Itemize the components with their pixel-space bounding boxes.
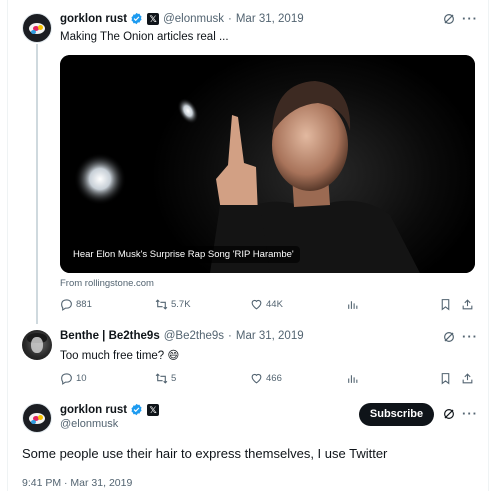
reply-icon bbox=[61, 299, 72, 311]
share-button[interactable] bbox=[461, 298, 477, 311]
share-button[interactable] bbox=[461, 372, 477, 385]
repost-count: 5.7K bbox=[171, 299, 191, 310]
grinning-emoji: 😄 bbox=[167, 350, 180, 362]
tweet1-header: gorklon rust 𝕏 @elonmusk · Mar 31, 2019 bbox=[60, 12, 304, 25]
share-icon bbox=[462, 299, 473, 310]
repost-icon bbox=[155, 299, 168, 310]
share-icon bbox=[462, 373, 473, 384]
avatar[interactable] bbox=[22, 13, 52, 43]
author-handle[interactable]: @elonmusk bbox=[163, 13, 224, 25]
bookmark-button[interactable] bbox=[439, 298, 455, 311]
main-tweet-header: gorklon rust 𝕏 bbox=[60, 403, 160, 416]
like-button[interactable]: 466 bbox=[250, 372, 282, 385]
reply-icon bbox=[61, 373, 72, 385]
tweet-text: Too much free time? 😄 bbox=[60, 348, 179, 362]
grok-icon[interactable] bbox=[442, 330, 456, 344]
reply-count: 881 bbox=[76, 299, 92, 310]
thread-connector-line bbox=[36, 44, 38, 324]
tweet-date[interactable]: Mar 31, 2019 bbox=[236, 13, 304, 25]
views-button[interactable] bbox=[346, 298, 362, 311]
more-icon[interactable]: ··· bbox=[462, 12, 478, 25]
tweet-date[interactable]: Mar 31, 2019 bbox=[236, 330, 304, 342]
subscribe-button[interactable]: Subscribe bbox=[359, 403, 434, 426]
more-icon[interactable]: ··· bbox=[462, 407, 478, 420]
grok-icon[interactable] bbox=[442, 12, 456, 26]
like-count: 466 bbox=[266, 373, 282, 384]
repost-button[interactable]: 5.7K bbox=[155, 298, 191, 311]
bookmark-icon bbox=[441, 299, 450, 311]
author-name[interactable]: Benthe | Be2the9s bbox=[60, 330, 160, 342]
bookmark-icon bbox=[441, 373, 450, 385]
reply-button[interactable]: 10 bbox=[60, 372, 87, 385]
x-affiliate-icon: 𝕏 bbox=[147, 12, 160, 25]
card-source[interactable]: From rollingstone.com bbox=[60, 278, 154, 289]
views-icon bbox=[348, 375, 358, 383]
views-button[interactable] bbox=[346, 372, 362, 385]
reply-button[interactable]: 881 bbox=[60, 298, 92, 311]
like-count: 44K bbox=[266, 299, 283, 310]
card-photo bbox=[74, 81, 420, 273]
repost-count: 5 bbox=[171, 373, 177, 384]
author-handle[interactable]: @Be2the9s bbox=[164, 330, 224, 342]
avatar[interactable] bbox=[22, 403, 52, 433]
separator-dot: · bbox=[228, 12, 232, 25]
like-icon bbox=[251, 299, 262, 310]
tweet2-actions: 10 5 466 bbox=[60, 372, 475, 388]
card-caption: Hear Elon Musk's Surprise Rap Song 'RIP … bbox=[67, 246, 300, 263]
author-name[interactable]: gorklon rust bbox=[60, 13, 127, 25]
author-name[interactable]: gorklon rust bbox=[60, 404, 127, 416]
right-border bbox=[488, 0, 489, 491]
tweet-timestamp[interactable]: 9:41 PM · Mar 31, 2019 bbox=[22, 477, 132, 489]
repost-button[interactable]: 5 bbox=[155, 372, 176, 385]
verified-badge-icon bbox=[131, 12, 142, 25]
avatar[interactable] bbox=[22, 330, 52, 360]
more-icon[interactable]: ··· bbox=[462, 330, 478, 343]
grok-icon[interactable] bbox=[442, 407, 456, 421]
tweet1-actions: 881 5.7K 44K bbox=[60, 298, 475, 314]
tweet-text: Making The Onion articles real ... bbox=[60, 31, 229, 43]
left-border bbox=[7, 0, 8, 491]
tweet-text-body: Too much free time? bbox=[60, 350, 165, 362]
verified-badge-icon bbox=[131, 403, 142, 416]
main-tweet-text: Some people use their hair to express th… bbox=[22, 446, 388, 461]
author-handle[interactable]: @elonmusk bbox=[60, 418, 118, 430]
x-affiliate-icon: 𝕏 bbox=[147, 403, 160, 416]
link-card[interactable]: Hear Elon Musk's Surprise Rap Song 'RIP … bbox=[60, 55, 475, 273]
reply-count: 10 bbox=[76, 373, 87, 384]
tweet2-header: Benthe | Be2the9s @Be2the9s · Mar 31, 20… bbox=[60, 330, 304, 342]
repost-icon bbox=[155, 373, 168, 384]
views-icon bbox=[348, 301, 358, 309]
like-button[interactable]: 44K bbox=[250, 298, 283, 311]
separator-dot: · bbox=[228, 330, 232, 342]
bookmark-button[interactable] bbox=[439, 372, 455, 385]
like-icon bbox=[251, 373, 262, 384]
